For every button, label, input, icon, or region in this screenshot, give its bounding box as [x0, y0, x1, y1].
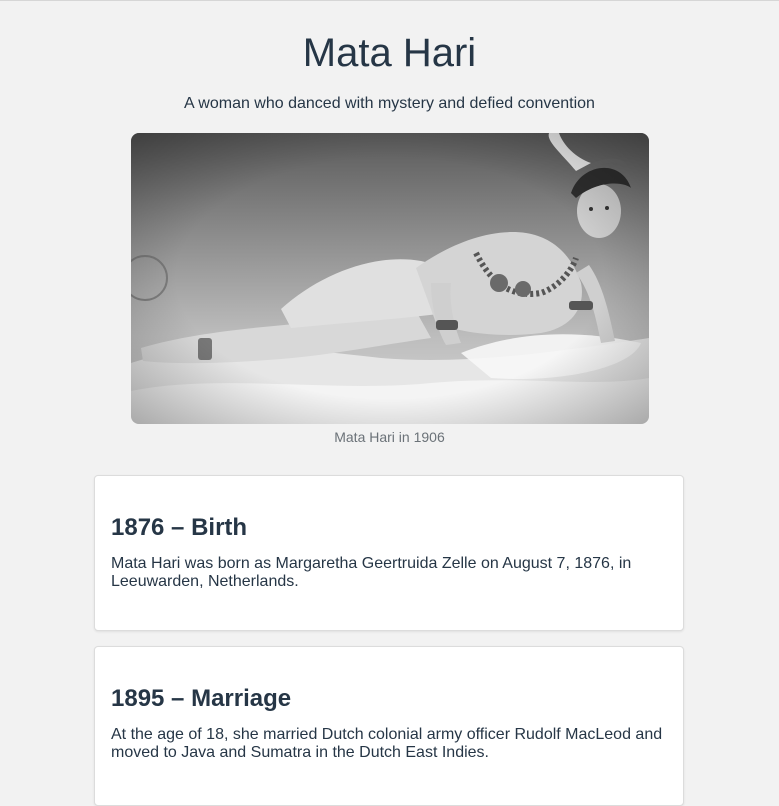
timeline-heading: 1895 – Marriage [111, 685, 292, 712]
page-title: Mata Hari [302, 31, 477, 75]
page-subtitle: A woman who danced with mystery and defi… [184, 95, 595, 112]
timeline-card-marriage: 1895 – Marriage At the age of 18, she ma… [94, 646, 684, 806]
timeline-text: Mata Hari was born as Margaretha Geertru… [111, 555, 632, 590]
hero-photo [131, 133, 649, 424]
timeline-heading: 1876 – Birth [111, 514, 248, 541]
timeline-text: At the age of 18, she married Dutch colo… [111, 726, 663, 761]
dancer-photo-illustration [131, 133, 649, 424]
photo-caption: Mata Hari in 1906 [334, 429, 445, 445]
timeline-card-birth: 1876 – Birth Mata Hari was born as Marga… [94, 475, 684, 631]
